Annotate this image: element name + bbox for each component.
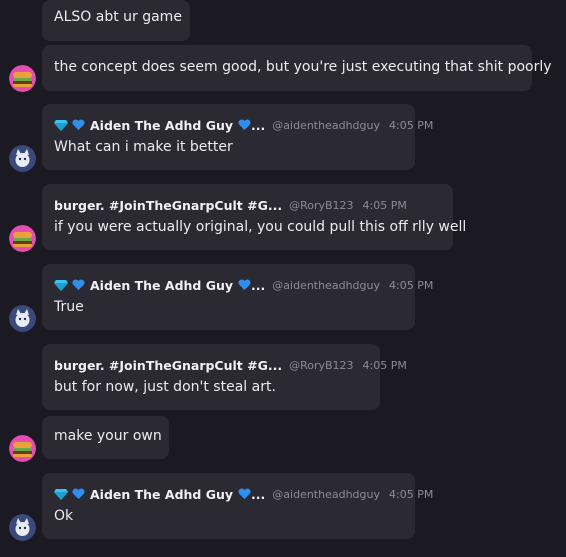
gem-icon: [54, 120, 68, 131]
message-text: Ok: [54, 508, 74, 524]
timestamp: 4:05 PM: [389, 487, 434, 501]
message-bubble: make your own: [42, 416, 169, 459]
cat-avatar[interactable]: [9, 145, 36, 172]
blue-heart-icon: [72, 119, 85, 130]
burger-avatar[interactable]: [9, 435, 36, 462]
blue-heart-icon: [72, 488, 85, 499]
blue-heart-icon: [238, 279, 251, 290]
message-text: ALSO abt ur game: [54, 9, 182, 25]
message-bubble: Aiden The Adhd Guy ... @aidentheadhdguy …: [42, 473, 433, 539]
user-handle[interactable]: @aidentheadhdguy: [272, 119, 380, 132]
blue-heart-icon: [72, 279, 85, 290]
username[interactable]: Aiden The Adhd Guy: [90, 278, 233, 293]
username[interactable]: Aiden The Adhd Guy: [90, 118, 233, 133]
message-text: What can i make it better: [54, 139, 233, 155]
blue-heart-icon: [238, 488, 251, 499]
user-handle[interactable]: @RoryB123: [289, 359, 353, 372]
cat-avatar[interactable]: [9, 305, 36, 332]
username[interactable]: Aiden The Adhd Guy: [90, 487, 233, 502]
burger-avatar[interactable]: [9, 225, 36, 252]
user-handle[interactable]: @aidentheadhdguy: [272, 279, 380, 292]
message-header: Aiden The Adhd Guy ... @aidentheadhdguy …: [54, 276, 433, 294]
blue-heart-icon: [238, 119, 251, 130]
user-handle[interactable]: @RoryB123: [289, 199, 353, 212]
message-text: but for now, just don't steal art.: [54, 379, 276, 395]
message-header: burger. #JoinTheGnarpCult #G... @RoryB12…: [54, 196, 407, 214]
username[interactable]: burger. #JoinTheGnarpCult #G...: [54, 198, 282, 213]
timestamp: 4:05 PM: [362, 358, 407, 372]
name-ellipsis: ...: [251, 486, 266, 502]
message-text: if you were actually original, you could…: [54, 219, 467, 235]
gem-icon: [54, 280, 68, 291]
name-ellipsis: ...: [251, 277, 266, 293]
message-text: the concept does seem good, but you're j…: [54, 59, 552, 75]
name-ellipsis: ...: [251, 117, 266, 133]
cat-avatar[interactable]: [9, 514, 36, 541]
message-header: burger. #JoinTheGnarpCult #G... @RoryB12…: [54, 356, 407, 374]
timestamp: 4:05 PM: [389, 278, 434, 292]
user-handle[interactable]: @aidentheadhdguy: [272, 488, 380, 501]
message-bubble: Aiden The Adhd Guy ... @aidentheadhdguy …: [42, 264, 433, 330]
timestamp: 4:05 PM: [362, 198, 407, 212]
message-header: Aiden The Adhd Guy ... @aidentheadhdguy …: [54, 116, 433, 134]
timestamp: 4:05 PM: [389, 118, 434, 132]
message-bubble: burger. #JoinTheGnarpCult #G... @RoryB12…: [42, 344, 407, 410]
message-bubble: burger. #JoinTheGnarpCult #G... @RoryB12…: [42, 184, 466, 250]
message-bubble: Aiden The Adhd Guy ... @aidentheadhdguy …: [42, 104, 433, 170]
message-bubble: the concept does seem good, but you're j…: [42, 45, 552, 91]
message-text: True: [54, 299, 84, 315]
message-text: make your own: [54, 428, 162, 444]
message-header: Aiden The Adhd Guy ... @aidentheadhdguy …: [54, 485, 433, 503]
username[interactable]: burger. #JoinTheGnarpCult #G...: [54, 358, 282, 373]
message-bubble: ALSO abt ur game: [42, 0, 190, 41]
gem-icon: [54, 489, 68, 500]
burger-avatar[interactable]: [9, 65, 36, 92]
